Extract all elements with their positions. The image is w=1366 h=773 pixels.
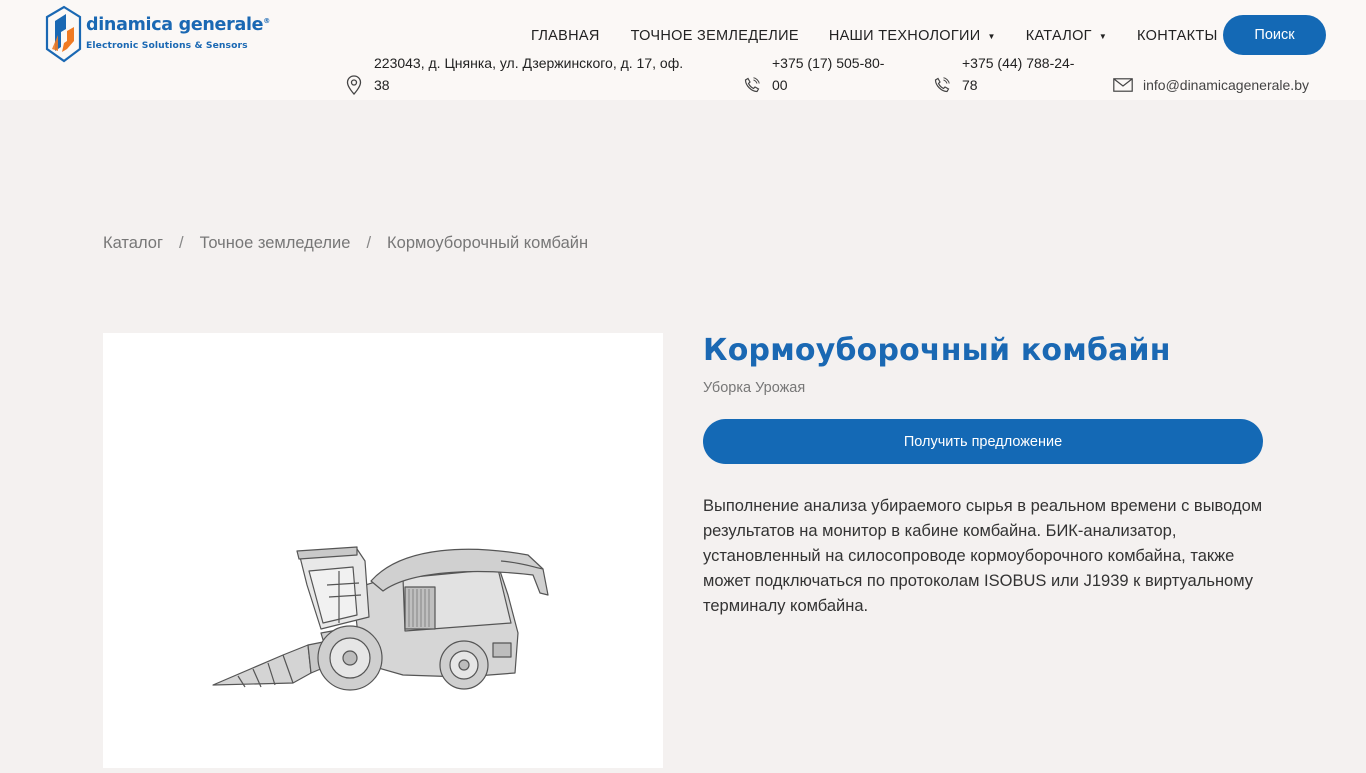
breadcrumb-link-precision-farming[interactable]: Точное земледелие: [200, 234, 351, 253]
caret-down-icon: ▼: [1098, 31, 1108, 41]
forage-harvester-illustration: [212, 546, 549, 691]
product-category: Уборка Урожая: [703, 380, 806, 396]
phone-icon: [744, 77, 760, 93]
phone-1-text: +375 (17) 505-80- 00: [772, 55, 885, 93]
nav-item-home[interactable]: ГЛАВНАЯ: [531, 26, 600, 46]
main-nav: ГЛАВНАЯ ТОЧНОЕ ЗЕМЛЕДЕЛИЕ НАШИ ТЕХНОЛОГИ…: [531, 26, 1218, 46]
logo-tagline: Electronic Solutions & Sensors: [86, 40, 248, 51]
search-button[interactable]: Поиск: [1223, 15, 1326, 55]
breadcrumb-current: Кормоуборочный комбайн: [387, 234, 589, 252]
envelope-icon: [1113, 78, 1133, 92]
breadcrumb-link-catalog[interactable]: Каталог: [103, 234, 163, 253]
address-text: 223043, д. Цнянка, ул. Дзержинского, д. …: [374, 55, 684, 93]
nav-item-catalog[interactable]: КАТАЛОГ ▼: [1026, 26, 1107, 46]
nav-item-contacts[interactable]: КОНТАКТЫ: [1137, 26, 1218, 46]
breadcrumb: Каталог / Точное земледелие / Кормоуборо…: [103, 234, 588, 253]
site-header: dinamica generale® Electronic Solutions …: [0, 0, 1366, 100]
get-offer-button[interactable]: Получить предложение: [703, 419, 1263, 464]
product-title: Кормоуборочный комбайн: [703, 333, 1171, 368]
breadcrumb-separator: /: [366, 234, 372, 252]
caret-down-icon: ▼: [987, 31, 996, 41]
site-logo[interactable]: dinamica generale® Electronic Solutions …: [44, 5, 270, 63]
logo-mark-icon: [45, 5, 82, 63]
phone-2-text: +375 (44) 788-24- 78: [962, 55, 1075, 93]
nav-item-technologies[interactable]: НАШИ ТЕХНОЛОГИИ ▼: [829, 26, 996, 46]
email-text: info@dinamicagenerale.by: [1143, 77, 1309, 93]
nav-item-precision-farming[interactable]: ТОЧНОЕ ЗЕМЛЕДЕЛИЕ: [631, 26, 799, 46]
phone-icon: [934, 77, 950, 93]
product-image-panel: [103, 333, 663, 768]
breadcrumb-separator: /: [178, 234, 184, 252]
product-description: Выполнение анализа убираемого сырья в ре…: [703, 497, 1263, 615]
map-pin-icon: [346, 75, 362, 95]
logo-wordmark: dinamica generale®: [86, 15, 270, 35]
